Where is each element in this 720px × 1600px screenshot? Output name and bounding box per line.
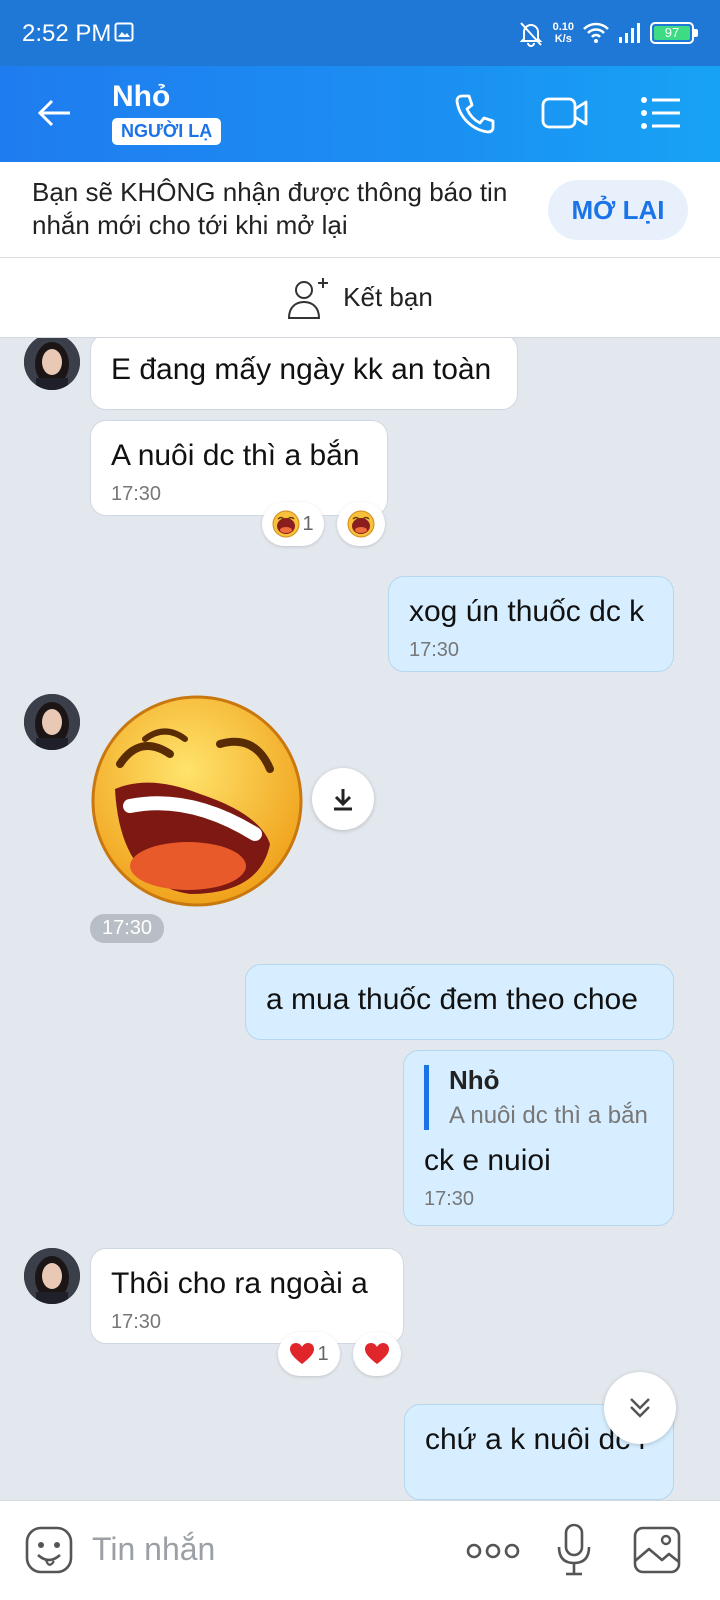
laughing-face-sticker[interactable] [90, 694, 304, 908]
message-text: E đang mấy ngày kk an toàn [111, 353, 492, 386]
add-reaction-button[interactable] [337, 502, 385, 546]
video-call-icon[interactable] [540, 88, 590, 138]
notifications-off-icon [519, 22, 542, 47]
message-bubble-outgoing-reply[interactable]: Nhỏ A nuôi dc thì a bắn ck e nuioi 17:30 [403, 1050, 674, 1226]
laughing-emoji-icon [272, 510, 300, 538]
add-reaction-button[interactable] [353, 1332, 401, 1376]
avatar[interactable] [24, 1248, 80, 1304]
stranger-badge: NGƯỜI LẠ [112, 118, 222, 145]
message-bubble-incoming[interactable]: E đang mấy ngày kk an toàn [90, 338, 518, 410]
more-options-icon[interactable] [466, 1539, 520, 1563]
avatar[interactable] [24, 694, 80, 750]
message-text: Thôi cho ra ngoài a [111, 1267, 368, 1300]
message-time: 17:30 [111, 483, 162, 505]
status-indicators: 0.10 K/s 97 [517, 16, 698, 50]
status-bar: 2:52 PM 0.10 K/s 97 [0, 0, 720, 66]
avatar[interactable] [24, 338, 80, 390]
menu-list-icon[interactable] [636, 88, 686, 138]
message-bubble-incoming[interactable]: Thôi cho ra ngoài a 17:30 [90, 1248, 404, 1344]
network-speed: 0.10 K/s [552, 21, 574, 45]
phone-call-icon[interactable] [450, 88, 500, 138]
message-time: 17:30 [111, 1311, 162, 1333]
message-bubble-outgoing[interactable]: xog ún thuốc dc k 17:30 [388, 576, 674, 672]
wifi-icon [583, 22, 609, 43]
reaction-summary[interactable]: 1 [262, 502, 324, 546]
heart-icon [365, 1343, 389, 1364]
quoted-sender: Nhỏ [449, 1065, 500, 1095]
back-arrow-icon[interactable] [30, 88, 80, 138]
message-input-bar: Tin nhắn [0, 1500, 720, 1600]
microphone-icon[interactable] [556, 1523, 592, 1577]
image-gallery-icon[interactable] [632, 1525, 682, 1575]
reaction-count: 1 [317, 1342, 329, 1365]
sticker-time: 17:30 [90, 914, 165, 943]
laughing-emoji-icon [347, 510, 375, 538]
muted-notice-banner: Bạn sẽ KHÔNG nhận được thông báo tin nhắ… [0, 162, 720, 258]
quoted-text: A nuôi dc thì a bắn [449, 1102, 648, 1129]
message-time: 17:30 [424, 1188, 475, 1210]
muted-notice-text: Bạn sẽ KHÔNG nhận được thông báo tin nhắ… [32, 177, 508, 240]
message-bubble-incoming[interactable]: A nuôi dc thì a bắn 17:30 [90, 420, 388, 516]
contact-name[interactable]: Nhỏ [112, 80, 170, 114]
message-time: 17:30 [409, 639, 460, 661]
add-friend-icon [288, 277, 329, 319]
reaction-count: 1 [302, 512, 314, 535]
message-text: ck e nuioi [424, 1144, 551, 1177]
emoji-sticker-icon[interactable] [24, 1525, 74, 1575]
add-friend-button[interactable]: Kết bạn [0, 258, 720, 338]
reaction-summary[interactable]: 1 [278, 1332, 340, 1376]
message-text: a mua thuốc đem theo choe [266, 983, 638, 1016]
message-input[interactable]: Tin nhắn [92, 1531, 215, 1568]
download-button[interactable] [312, 768, 374, 830]
message-text: A nuôi dc thì a bắn [111, 439, 360, 472]
gallery-notification-icon [114, 22, 134, 42]
double-chevron-down-icon [630, 1398, 650, 1418]
reopen-button[interactable]: MỞ LẠI [548, 180, 688, 240]
add-friend-label: Kết bạn [343, 282, 433, 312]
signal-icon [619, 23, 640, 43]
status-time: 2:52 PM [22, 20, 112, 47]
battery-icon: 97 [650, 22, 698, 44]
message-list[interactable]: E đang mấy ngày kk an toàn A nuôi dc thì… [0, 338, 720, 1500]
heart-icon [290, 1343, 315, 1364]
chat-header: Nhỏ NGƯỜI LẠ [0, 66, 720, 162]
message-bubble-outgoing[interactable]: a mua thuốc đem theo choe [245, 964, 674, 1040]
scroll-to-bottom-button[interactable] [604, 1372, 676, 1444]
download-icon [334, 789, 352, 811]
message-text: xog ún thuốc dc k [409, 595, 645, 628]
quoted-message[interactable]: Nhỏ A nuôi dc thì a bắn [424, 1065, 653, 1130]
